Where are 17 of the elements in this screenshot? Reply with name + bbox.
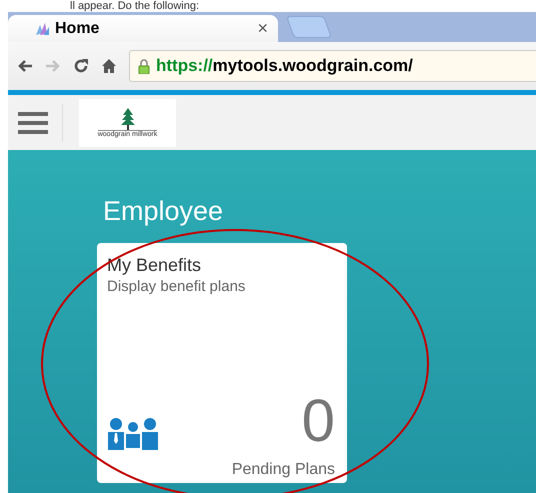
tile-subtitle: Display benefit plans <box>107 278 246 295</box>
tile-footer: Pending Plans <box>107 461 335 479</box>
back-icon[interactable] <box>17 59 33 73</box>
group-title: Employee <box>103 196 224 227</box>
reload-icon[interactable] <box>73 58 89 74</box>
tile-title: My Benefits <box>107 255 202 276</box>
people-icon <box>107 417 159 451</box>
tile-count: 0 <box>302 391 335 451</box>
menu-icon[interactable] <box>18 110 48 134</box>
home-icon[interactable] <box>101 58 117 74</box>
browser-tab[interactable]: Home × <box>8 15 278 42</box>
app-icon <box>34 20 50 36</box>
address-bar[interactable]: https://mytools.woodgrain.com/ <box>129 50 536 82</box>
lock-icon <box>138 58 150 74</box>
document-text: ll appear. Do the following: <box>70 0 200 12</box>
close-tab-icon[interactable]: × <box>257 18 268 39</box>
benefits-tile[interactable]: My Benefits Display benefit plans 0 Pending Plans <box>97 243 347 483</box>
